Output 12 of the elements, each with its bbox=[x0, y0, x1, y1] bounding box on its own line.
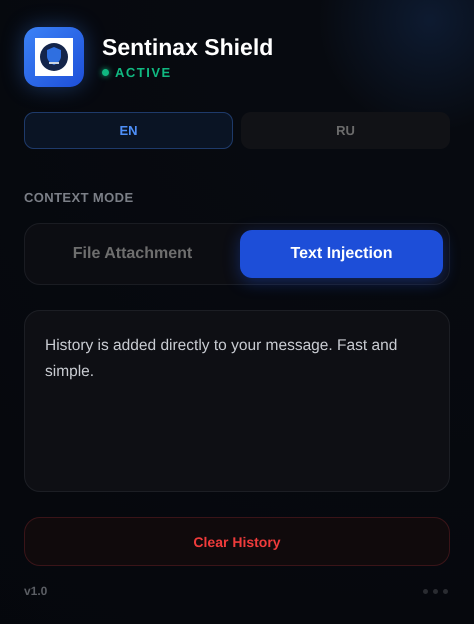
status-text: ACTIVE bbox=[115, 65, 172, 80]
description-text: History is added directly to your message. Fast and simple. bbox=[45, 336, 398, 382]
mode-option[interactable]: File Attachment bbox=[31, 230, 234, 278]
mode-option[interactable]: Text Injection bbox=[240, 230, 443, 278]
app-title: Sentinax Shield bbox=[102, 34, 274, 61]
section-label: CONTEXT MODE bbox=[24, 190, 135, 205]
language-tab[interactable]: RU bbox=[241, 112, 450, 149]
app-logo bbox=[24, 27, 84, 87]
version-label: v1.0 bbox=[24, 584, 48, 598]
more-icon[interactable] bbox=[423, 588, 450, 594]
clear-history-button[interactable]: Clear History bbox=[24, 517, 450, 566]
language-tab[interactable]: EN bbox=[24, 112, 233, 149]
